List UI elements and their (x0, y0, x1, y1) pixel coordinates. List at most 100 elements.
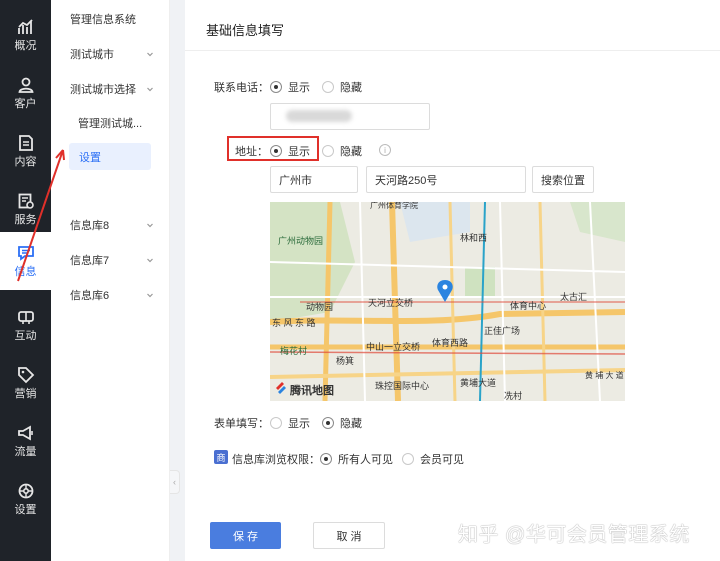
phone-label: 联系电话： (214, 82, 269, 94)
city-input[interactable]: 广州市 (270, 166, 358, 193)
submenu-label: 信息库7 (70, 255, 110, 267)
rail-item-customers[interactable]: 客户 (0, 64, 51, 122)
submenu-label: 测试城市 (70, 49, 114, 61)
rail-item-overview[interactable]: 概况 (0, 6, 51, 64)
rail-label: 设置 (14, 504, 37, 516)
rail-item-content[interactable]: 内容 (0, 122, 51, 180)
radio-label: 所有人可见 (338, 454, 393, 466)
map-label: 广州体育学院 (370, 202, 418, 210)
map-label: 东 风 东 路 (272, 317, 316, 328)
radio-label: 隐藏 (340, 82, 362, 94)
submenu-item-lib6[interactable]: 信息库6 (51, 281, 170, 309)
search-location-button[interactable]: 搜索位置 (532, 166, 594, 193)
cancel-button[interactable]: 取 消 (313, 522, 385, 549)
radio-dot (402, 453, 414, 465)
rail-label: 服务 (14, 214, 37, 226)
radio-dot (270, 81, 282, 93)
settings-icon (18, 483, 33, 499)
submenu-label: 信息库6 (70, 290, 110, 302)
user-icon (17, 77, 34, 93)
rail-item-service[interactable]: 服务 (0, 180, 51, 238)
interaction-icon (17, 311, 34, 324)
radio-label: 隐藏 (340, 146, 362, 158)
submenu-label: 管理测试城... (78, 118, 143, 130)
rail-label: 内容 (14, 156, 37, 168)
collapse-handle[interactable]: ‹ (170, 470, 180, 494)
permission-label: 信息库浏览权限： (232, 454, 320, 466)
map-label: 杨箕 (336, 355, 354, 366)
map-view[interactable]: 广州体育学院 广州动物园 林和西 动物园 天河立交桥 体育中心 太古汇 东 风 … (270, 202, 625, 401)
submenu-item-manage-test-city[interactable]: 管理测试城... (51, 109, 170, 137)
map-label: 梅花村 (280, 345, 307, 356)
tag-icon (17, 367, 34, 384)
message-icon (17, 246, 34, 261)
phone-hide-radio[interactable]: 隐藏 (322, 79, 362, 95)
app-root: 概况 客户 内容 服务 信息 互动 营销 流量 设置 管理信息系统 测试城市 测… (0, 0, 720, 561)
map-label: 黄 埔 大 道 (585, 370, 624, 380)
address-hide-radio[interactable]: 隐藏 (322, 143, 362, 159)
map-label: 中山一立交桥 (366, 341, 420, 352)
rail-item-settings[interactable]: 设置 (0, 470, 51, 528)
map-label: 体育中心 (510, 300, 546, 311)
save-button[interactable]: 保 存 (210, 522, 281, 549)
form-fill-label: 表单填写： (214, 418, 269, 430)
annotation-highlight-box (227, 136, 319, 161)
page-title: 基础信息填写 (206, 23, 285, 38)
document-icon (18, 135, 33, 151)
rail-label: 流量 (14, 446, 37, 458)
submenu-item-manage-system[interactable]: 管理信息系统 (51, 5, 170, 33)
rail-item-marketing[interactable]: 营销 (0, 354, 51, 412)
radio-dot (322, 81, 334, 93)
rail-item-interaction[interactable]: 互动 (0, 296, 51, 354)
radio-label: 显示 (288, 82, 310, 94)
watermark: 知乎 @华可会员管理系统 (458, 524, 690, 546)
street-input[interactable]: 天河路250号 (366, 166, 526, 193)
map-label: 体育西路 (432, 337, 468, 348)
form-fill-show-radio[interactable]: 显示 (270, 415, 310, 431)
map-label: 动物园 (306, 301, 333, 312)
submenu-label: 信息库8 (70, 220, 110, 232)
phone-show-radio[interactable]: 显示 (270, 79, 310, 95)
divider (185, 50, 720, 51)
form-fill-hide-radio[interactable]: 隐藏 (322, 415, 362, 431)
radio-dot (322, 417, 334, 429)
bar-chart-icon (17, 19, 33, 34)
map-label: 天河立交桥 (368, 297, 413, 308)
rail-label: 客户 (14, 98, 37, 110)
rail-label: 概况 (14, 40, 37, 52)
submenu-item-test-city-select[interactable]: 测试城市选择 (51, 75, 170, 103)
rail-item-info[interactable]: 信息 (0, 232, 51, 290)
chevron-down-icon (147, 87, 153, 92)
submenu-label: 管理信息系统 (70, 14, 136, 26)
submenu-label: 测试城市选择 (70, 84, 136, 96)
map-label: 林和西 (460, 232, 487, 243)
rail-label: 营销 (14, 388, 37, 400)
radio-dot (322, 145, 334, 157)
map-label: 太古汇 (560, 291, 587, 302)
rail-label: 信息 (14, 266, 37, 278)
radio-label: 隐藏 (340, 418, 362, 430)
sub-nav: 管理信息系统 测试城市 测试城市选择 管理测试城... 信息库8 信息库7 信息… (51, 0, 170, 561)
chevron-down-icon (147, 52, 153, 57)
map-label: 正佳广场 (484, 325, 520, 336)
map-label: 黄埔大道 (460, 377, 496, 388)
submenu-item-lib7[interactable]: 信息库7 (51, 246, 170, 274)
submenu-item-test-city[interactable]: 测试城市 (51, 40, 170, 68)
phone-value-redacted (286, 110, 352, 122)
info-icon[interactable]: i (379, 144, 391, 156)
radio-dot (320, 453, 332, 465)
radio-label: 会员可见 (420, 454, 464, 466)
rail-label: 互动 (14, 330, 37, 342)
service-icon (18, 193, 34, 209)
submenu-label: 设置 (79, 151, 101, 164)
map-canvas: 广州体育学院 广州动物园 林和西 动物园 天河立交桥 体育中心 太古汇 东 风 … (270, 202, 625, 401)
radio-label: 显示 (288, 418, 310, 430)
permission-all-radio[interactable]: 所有人可见 (320, 451, 393, 467)
map-label: 广州动物园 (278, 235, 323, 246)
permission-members-radio[interactable]: 会员可见 (402, 451, 464, 467)
submenu-item-settings-active[interactable]: 设置 (69, 143, 151, 170)
submenu-item-lib8[interactable]: 信息库8 (51, 211, 170, 239)
radio-dot (270, 417, 282, 429)
rail-item-traffic[interactable]: 流量 (0, 412, 51, 470)
chevron-down-icon (147, 293, 153, 298)
